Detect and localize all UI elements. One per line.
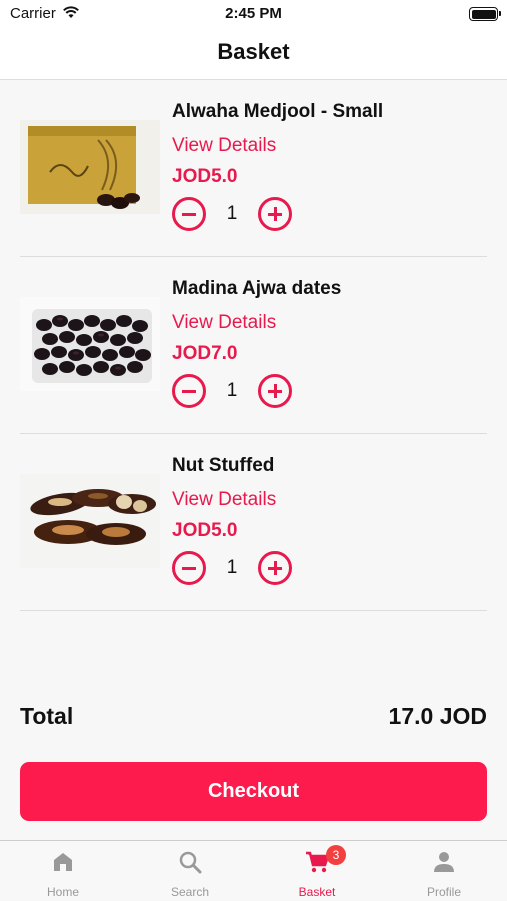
status-bar: Carrier 2:45 PM [0, 0, 507, 30]
tab-home[interactable]: Home [0, 841, 126, 901]
product-image-gold-box[interactable] [20, 120, 160, 214]
search-icon [178, 850, 202, 874]
quantity-value: 1 [226, 380, 238, 401]
product-image-ajwa-tray[interactable] [20, 297, 160, 391]
tab-search[interactable]: Search [127, 841, 253, 901]
checkout-button[interactable]: Checkout [20, 762, 487, 821]
decrease-quantity-button[interactable] [172, 374, 206, 408]
battery-icon [469, 7, 501, 21]
basket-item: Nut Stuffed View Details JOD5.0 1 [20, 434, 487, 611]
increase-quantity-button[interactable] [258, 551, 292, 585]
order-total: Total 17.0 JOD [20, 703, 487, 733]
navigation-bar: Basket [0, 30, 507, 80]
product-image-nut-stuffed[interactable] [20, 474, 160, 568]
quantity-value: 1 [226, 557, 238, 578]
product-price: JOD7.0 [172, 343, 238, 364]
tab-label: Profile [426, 885, 461, 899]
increase-quantity-button[interactable] [258, 374, 292, 408]
product-name: Alwaha Medjool - Small [172, 101, 384, 122]
tab-label: Search [170, 885, 210, 899]
basket-list: Alwaha Medjool - Small View Details JOD5… [0, 80, 507, 611]
tab-label: Home [46, 885, 79, 899]
person-icon [432, 850, 456, 874]
quantity-stepper: 1 [172, 551, 294, 585]
view-details-link[interactable]: View Details [172, 135, 276, 157]
increase-quantity-button[interactable] [258, 197, 292, 231]
home-icon [51, 850, 75, 874]
view-details-link[interactable]: View Details [172, 312, 276, 334]
product-price: JOD5.0 [172, 166, 238, 187]
quantity-stepper: 1 [172, 197, 294, 231]
clock-label: 2:45 PM [225, 5, 282, 22]
tab-bar: Home Search 3 Basket Profile [0, 840, 507, 900]
quantity-stepper: 1 [172, 374, 294, 408]
product-price: JOD5.0 [172, 520, 238, 541]
decrease-quantity-button[interactable] [172, 197, 206, 231]
quantity-value: 1 [226, 203, 238, 224]
basket-item: Madina Ajwa dates View Details JOD7.0 1 [20, 257, 487, 434]
cart-count-badge: 3 [326, 845, 346, 865]
product-name: Nut Stuffed [172, 455, 275, 476]
page-title: Basket [217, 39, 290, 64]
basket-item: Alwaha Medjool - Small View Details JOD5… [20, 80, 487, 257]
view-details-link[interactable]: View Details [172, 489, 276, 511]
decrease-quantity-button[interactable] [172, 551, 206, 585]
tab-basket[interactable]: 3 Basket [254, 841, 380, 901]
total-label: Total [20, 703, 74, 729]
total-value: 17.0 JOD [388, 703, 487, 729]
tab-label: Basket [298, 885, 336, 899]
product-name: Madina Ajwa dates [172, 278, 342, 299]
tab-profile[interactable]: Profile [381, 841, 507, 901]
